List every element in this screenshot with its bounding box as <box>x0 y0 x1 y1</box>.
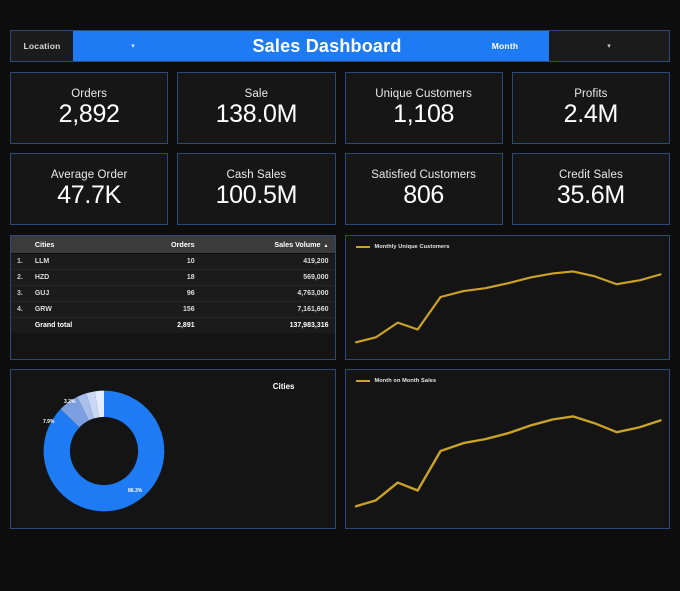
total-volume: 137,983,316 <box>200 317 335 333</box>
donut-label-3: 3.2% <box>64 399 76 405</box>
table-col-sales-volume[interactable]: Sales Volume ▲ <box>200 236 335 254</box>
kpi-value: 100.5M <box>215 181 298 210</box>
kpi-label: Credit Sales <box>558 169 623 182</box>
kpi-value: 2,892 <box>58 100 120 129</box>
row-orders: 10 <box>128 253 201 270</box>
row-index: 3. <box>11 285 29 302</box>
kpi-card-cash-sales[interactable]: Cash Sales 100.5M <box>177 153 336 225</box>
cities-table-panel: Cities Orders Sales Volume ▲ 1. LLM 10 41… <box>10 235 336 360</box>
donut-label-primary: 86.3% <box>128 488 143 494</box>
total-orders: 2,891 <box>128 317 201 333</box>
sort-ascending-icon: ▲ <box>323 243 329 249</box>
kpi-card-satisfied-customers[interactable]: Satisfied Customers 806 <box>344 153 503 225</box>
kpi-value: 2.4M <box>563 100 619 129</box>
kpi-label: Sale <box>244 88 269 101</box>
kpi-card-average-order[interactable]: Average Order 47.7K <box>10 153 169 225</box>
kpi-card-unique-customers[interactable]: Unique Customers 1,108 <box>344 72 503 144</box>
row-orders: 156 <box>128 301 201 318</box>
donut-svg <box>43 390 165 512</box>
table-grand-total-row: Grand total 2,891 137,983,316 <box>11 317 335 333</box>
kpi-label: Orders <box>71 88 107 101</box>
table-col-index <box>11 236 29 254</box>
kpi-card-grid: Orders 2,892 Sale 138.0M Unique Customer… <box>10 72 670 225</box>
donut-chart-title: Cities <box>272 382 295 391</box>
kpi-value: 806 <box>403 181 445 210</box>
monthly-unique-customers-chart-panel: Monthly Unique Customers <box>344 235 670 360</box>
cities-donut-panel: Cities 86.3% 7.9% 3.2% <box>10 369 336 529</box>
panel-grid: Cities Orders Sales Volume ▲ 1. LLM 10 41… <box>10 235 670 529</box>
row-index: 4. <box>11 301 29 318</box>
kpi-label: Cash Sales <box>226 169 287 182</box>
kpi-value: 138.0M <box>215 100 298 129</box>
table-row[interactable]: 3. GUJ 96 4,763,000 <box>11 285 335 302</box>
row-index: 2. <box>11 269 29 286</box>
row-city: LLM <box>28 253 129 270</box>
row-index: 1. <box>11 253 29 270</box>
table-row[interactable]: 1. LLM 10 419,200 <box>11 253 335 270</box>
row-volume: 4,763,000 <box>200 285 335 302</box>
month-on-month-sales-chart-panel: Month on Month Sales <box>344 369 670 529</box>
chart-legend: Month on Month Sales <box>355 378 437 384</box>
cities-table: Cities Orders Sales Volume ▲ 1. LLM 10 41… <box>11 236 335 333</box>
chevron-down-icon: ▾ <box>607 42 611 50</box>
table-col-cities[interactable]: Cities <box>28 236 129 254</box>
dashboard-screen: Location ▾ Sales Dashboard Month ▾ Order… <box>0 0 680 591</box>
kpi-label: Profits <box>574 88 608 101</box>
monthly-unique-customers-line <box>354 270 662 344</box>
kpi-label: Average Order <box>50 169 128 182</box>
total-index <box>11 317 29 333</box>
kpi-label: Satisfied Customers <box>371 169 477 182</box>
total-label: Grand total <box>28 317 129 333</box>
row-orders: 18 <box>128 269 201 286</box>
table-col-sales-volume-label: Sales Volume <box>274 240 321 249</box>
row-city: HZD <box>28 269 129 286</box>
location-filter-label: Location <box>11 31 73 61</box>
kpi-value: 1,108 <box>393 100 455 129</box>
row-orders: 96 <box>128 285 201 302</box>
row-volume: 419,200 <box>200 253 335 270</box>
chart-legend: Monthly Unique Customers <box>355 244 450 250</box>
table-col-orders[interactable]: Orders <box>128 236 201 254</box>
legend-label: Monthly Unique Customers <box>374 244 450 250</box>
table-row[interactable]: 4. GRW 156 7,161,660 <box>11 301 335 318</box>
row-volume: 569,000 <box>200 269 335 286</box>
kpi-card-credit-sales[interactable]: Credit Sales 35.6M <box>511 153 670 225</box>
kpi-label: Unique Customers <box>375 88 473 101</box>
donut-label-2: 7.9% <box>43 419 55 425</box>
page-title: Sales Dashboard <box>193 31 461 61</box>
dashboard-header-bar: Location ▾ Sales Dashboard Month ▾ <box>10 30 670 62</box>
row-city: GRW <box>28 301 129 318</box>
kpi-value: 47.7K <box>57 181 122 210</box>
kpi-card-orders[interactable]: Orders 2,892 <box>10 72 169 144</box>
row-city: GUJ <box>28 285 129 302</box>
chevron-down-icon: ▾ <box>131 42 135 50</box>
row-volume: 7,161,660 <box>200 301 335 318</box>
legend-color-swatch <box>355 380 370 382</box>
month-filter-dropdown[interactable]: ▾ <box>549 31 669 61</box>
location-filter-dropdown[interactable]: ▾ <box>73 31 193 61</box>
donut-chart[interactable]: 86.3% 7.9% 3.2% <box>29 378 179 524</box>
table-header-row: Cities Orders Sales Volume ▲ <box>11 236 335 254</box>
kpi-card-sale[interactable]: Sale 138.0M <box>177 72 336 144</box>
kpi-card-profits[interactable]: Profits 2.4M <box>511 72 670 144</box>
month-on-month-sales-line <box>354 415 662 508</box>
table-row[interactable]: 2. HZD 18 569,000 <box>11 269 335 286</box>
kpi-value: 35.6M <box>556 181 625 210</box>
legend-label: Month on Month Sales <box>374 378 437 384</box>
month-filter-label: Month <box>461 31 549 61</box>
legend-color-swatch <box>355 246 370 248</box>
